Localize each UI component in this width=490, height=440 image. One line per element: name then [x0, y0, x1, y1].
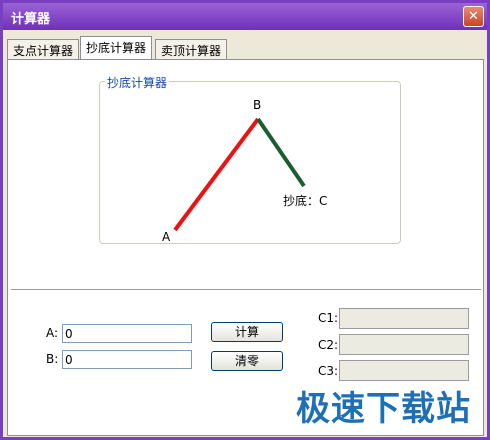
input-b-label: B: [46, 352, 59, 366]
window-title: 计算器 [11, 12, 51, 27]
output-c3-label: C3: [318, 364, 339, 378]
output-c1-field[interactable] [339, 308, 469, 329]
fall-line [256, 117, 306, 188]
calculator-window: 计算器 ✕ 支点计算器 抄底计算器 卖顶计算器 抄底计算器 A B 抄底：C A… [0, 0, 490, 440]
tab-panel: 抄底计算器 A B 抄底：C A: 0 B: 0 计算 清零 C1: C2: C… [7, 59, 484, 436]
output-c1-label: C1: [318, 311, 339, 325]
output-c2-field[interactable] [339, 334, 469, 355]
tab-pivot-calculator[interactable]: 支点计算器 [7, 39, 80, 59]
tab-top-calculator[interactable]: 卖顶计算器 [155, 39, 228, 59]
rise-line [173, 117, 260, 232]
input-b-field[interactable]: 0 [62, 350, 192, 369]
point-b-label: B [253, 98, 261, 112]
diagram-group: 抄底计算器 A B 抄底：C [99, 74, 401, 244]
point-a-label: A [162, 230, 171, 243]
point-c-label: 抄底：C [283, 193, 327, 208]
input-a-field[interactable]: 0 [62, 324, 192, 343]
diagram-svg: A B 抄底：C [162, 98, 327, 243]
title-bar: 计算器 ✕ [3, 3, 487, 30]
output-c2-label: C2: [318, 338, 339, 352]
watermark-logo: 极速下载站 [296, 389, 471, 429]
separator [11, 289, 481, 291]
tab-strip: 支点计算器 抄底计算器 卖顶计算器 [7, 34, 487, 59]
clear-button[interactable]: 清零 [211, 351, 283, 371]
tab-bottom-calculator[interactable]: 抄底计算器 [80, 36, 153, 59]
output-c3-field[interactable] [339, 360, 469, 381]
close-button[interactable]: ✕ [463, 6, 484, 27]
input-a-label: A: [46, 326, 59, 340]
calculate-button[interactable]: 计算 [211, 322, 283, 342]
